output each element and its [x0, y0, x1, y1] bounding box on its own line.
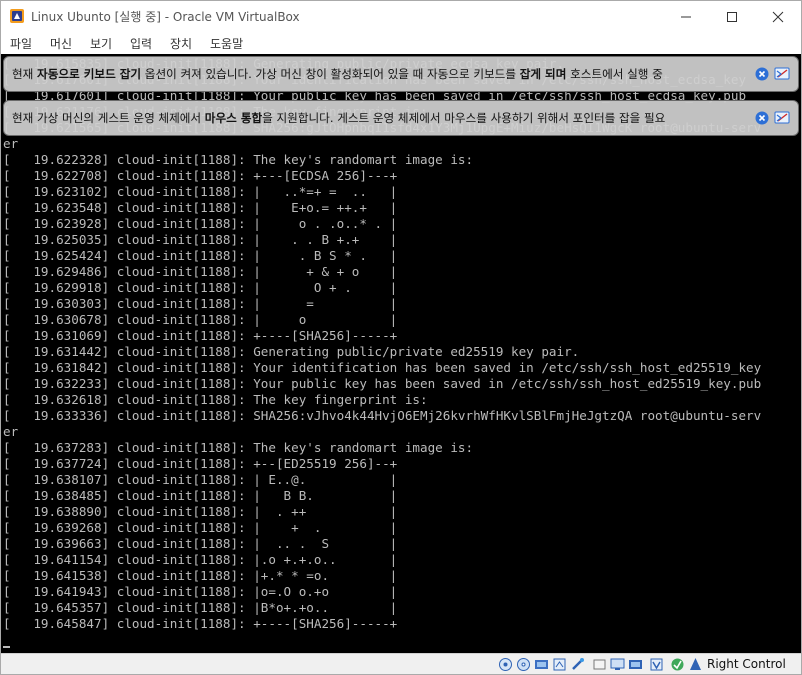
- notice-segment: 옵션이 켜져 있습니다. 가상 머신 창이 활성화되어 있을 때 자동으로 키보…: [141, 67, 520, 81]
- menu-help[interactable]: 도움말: [210, 35, 243, 52]
- host-key-label: Right Control: [707, 657, 786, 671]
- virtualbox-window: Linux Ubunto [실행 중] - Oracle VM VirtualB…: [0, 0, 802, 675]
- keyboard-capture-notice: 현재 자동으로 키보드 잡기 옵션이 켜져 있습니다. 가상 머신 창이 활성화…: [3, 56, 799, 92]
- mouse-integration-notice-text: 현재 가상 머신의 게스트 운영 체제에서 마우스 통합을 지원합니다. 게스트…: [12, 110, 747, 126]
- menu-devices[interactable]: 장치: [170, 35, 192, 52]
- notice-segment: 을 지원합니다. 게스트 운영 체제에서 마우스를 사용하기 위해서 포인터를 …: [262, 111, 666, 125]
- minimize-button[interactable]: [663, 1, 709, 32]
- notice-mute-icon[interactable]: [774, 110, 792, 126]
- cpu-virtualization-icon[interactable]: [649, 657, 664, 672]
- menu-machine[interactable]: 머신: [50, 35, 72, 52]
- virtualbox-app-icon: [10, 9, 24, 23]
- maximize-button[interactable]: [709, 1, 755, 32]
- window-title: Linux Ubunto [실행 중] - Oracle VM VirtualB…: [31, 10, 300, 24]
- notice-emphasis: 자동으로 키보드 잡기: [37, 67, 142, 81]
- title-bar[interactable]: Linux Ubunto [실행 중] - Oracle VM VirtualB…: [1, 1, 801, 32]
- notice-mute-icon[interactable]: [774, 66, 792, 82]
- optical-drive-icon[interactable]: [516, 657, 531, 672]
- notice-segment: 호스트에서 실행 중: [566, 67, 663, 81]
- menu-file[interactable]: 파일: [10, 35, 32, 52]
- audio-icon[interactable]: [534, 657, 549, 672]
- network-icon[interactable]: [552, 657, 567, 672]
- notice-segment: 현재 가상 머신의 게스트 운영 체제에서: [12, 111, 205, 125]
- notice-emphasis: 잡게 되며: [519, 67, 567, 81]
- notice-segment: 현재: [12, 67, 38, 81]
- minimize-icon: [681, 16, 691, 17]
- vm-display[interactable]: [ 19.615835] cloud-init[1188]: Generatin…: [1, 54, 801, 653]
- menu-view[interactable]: 보기: [90, 35, 112, 52]
- console-output: [ 19.615835] cloud-init[1188]: Generatin…: [3, 56, 762, 631]
- mouse-integration-notice: 현재 가상 머신의 게스트 운영 체제에서 마우스 통합을 지원합니다. 게스트…: [3, 100, 799, 136]
- keyboard-capture-notice-text: 현재 자동으로 키보드 잡기 옵션이 켜져 있습니다. 가상 머신 창이 활성화…: [12, 66, 747, 82]
- shared-folder-icon[interactable]: [592, 657, 607, 672]
- notice-close-icon[interactable]: [755, 67, 769, 81]
- close-button[interactable]: [755, 1, 801, 32]
- menu-bar: 파일 머신 보기 입력 장치 도움말: [1, 32, 801, 54]
- close-icon: [772, 11, 784, 22]
- notice-close-icon[interactable]: [755, 111, 769, 125]
- text-cursor: [3, 646, 10, 648]
- menu-input[interactable]: 입력: [130, 35, 152, 52]
- display-icon[interactable]: [610, 657, 625, 672]
- keyboard-capture-icon[interactable]: [688, 657, 703, 672]
- usb-icon[interactable]: [570, 657, 585, 672]
- notice-emphasis: 마우스 통합: [204, 111, 263, 125]
- mouse-integration-icon[interactable]: [670, 657, 685, 672]
- video-capture-icon[interactable]: [628, 657, 643, 672]
- hard-disk-icon[interactable]: [498, 657, 513, 672]
- status-bar: Right Control: [1, 653, 801, 674]
- maximize-icon: [727, 11, 737, 22]
